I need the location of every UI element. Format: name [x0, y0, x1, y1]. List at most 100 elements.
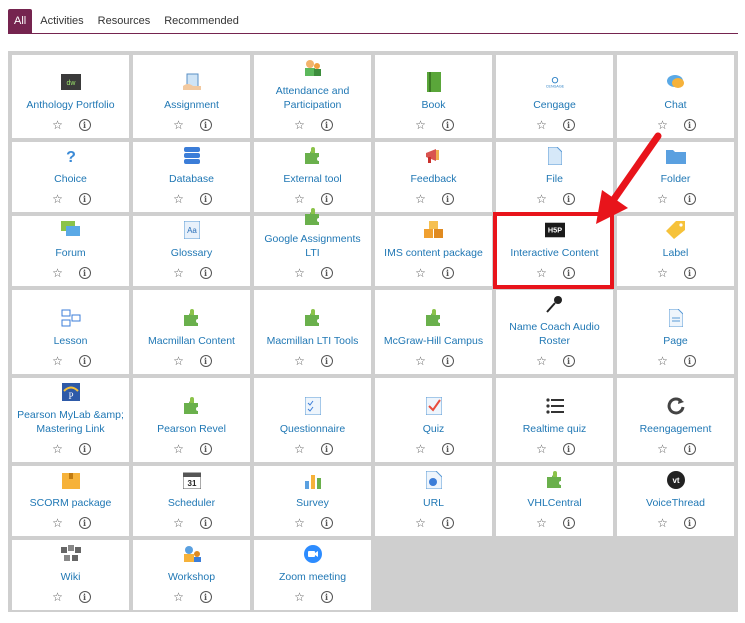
activity-label[interactable]: Label	[660, 246, 692, 260]
activity-tile[interactable]: Macmillan Content ☆ i	[133, 290, 250, 374]
activity-tile[interactable]: ? Choice ☆ i	[12, 142, 129, 212]
activity-tile[interactable]: Reengagement ☆ i	[617, 378, 734, 462]
activity-tile[interactable]: H5P Interactive Content ☆ i	[496, 216, 613, 286]
activity-tile[interactable]: Forum ☆ i	[12, 216, 129, 286]
info-icon[interactable]: i	[683, 355, 696, 367]
activity-tile[interactable]: dw Anthology Portfolio ☆ i	[12, 55, 129, 138]
activity-tile[interactable]: SCORM package ☆ i	[12, 466, 129, 536]
star-icon[interactable]: ☆	[656, 266, 670, 280]
activity-label[interactable]: External tool	[280, 172, 344, 186]
info-icon[interactable]: i	[78, 119, 91, 131]
star-icon[interactable]: ☆	[51, 118, 65, 132]
info-icon[interactable]: i	[562, 355, 575, 367]
activity-label[interactable]: Forum	[52, 246, 88, 260]
star-icon[interactable]: ☆	[414, 442, 428, 456]
activity-label[interactable]: Folder	[658, 172, 694, 186]
info-icon[interactable]: i	[78, 591, 91, 603]
info-icon[interactable]: i	[320, 193, 333, 205]
info-icon[interactable]: i	[199, 517, 212, 529]
info-icon[interactable]: i	[562, 193, 575, 205]
info-icon[interactable]: i	[78, 517, 91, 529]
activity-tile[interactable]: Aa Glossary ☆ i	[133, 216, 250, 286]
info-icon[interactable]: i	[199, 355, 212, 367]
info-icon[interactable]: i	[78, 193, 91, 205]
activity-tile[interactable]: Chat ☆ i	[617, 55, 734, 138]
activity-tile[interactable]: Quiz ☆ i	[375, 378, 492, 462]
star-icon[interactable]: ☆	[656, 354, 670, 368]
star-icon[interactable]: ☆	[656, 516, 670, 530]
tab-activities[interactable]: Activities	[34, 10, 89, 32]
tab-all[interactable]: All	[8, 9, 33, 33]
star-icon[interactable]: ☆	[656, 192, 670, 206]
activity-tile[interactable]: Database ☆ i	[133, 142, 250, 212]
activity-label[interactable]: Attendance and Participation	[254, 84, 371, 112]
activity-tile[interactable]: Google Assignments LTI ☆ i	[254, 208, 371, 286]
info-icon[interactable]: i	[683, 193, 696, 205]
info-icon[interactable]: i	[562, 267, 575, 279]
info-icon[interactable]: i	[78, 443, 91, 455]
activity-label[interactable]: Glossary	[168, 246, 215, 260]
star-icon[interactable]: ☆	[293, 192, 307, 206]
activity-label[interactable]: Choice	[51, 172, 90, 186]
tab-recommended[interactable]: Recommended	[158, 10, 245, 32]
info-icon[interactable]: i	[199, 193, 212, 205]
star-icon[interactable]: ☆	[172, 590, 186, 604]
activity-tile[interactable]: Attendance and Participation ☆ i	[254, 55, 371, 138]
activity-tile[interactable]: Macmillan LTI Tools ☆ i	[254, 290, 371, 374]
activity-tile[interactable]: External tool ☆ i	[254, 142, 371, 212]
info-icon[interactable]: i	[562, 443, 575, 455]
info-icon[interactable]: i	[320, 591, 333, 603]
activity-label[interactable]: Scheduler	[165, 496, 218, 510]
info-icon[interactable]: i	[78, 267, 91, 279]
activity-tile[interactable]: 31 Scheduler ☆ i	[133, 466, 250, 536]
activity-tile[interactable]: Assignment ☆ i	[133, 55, 250, 138]
star-icon[interactable]: ☆	[51, 442, 65, 456]
info-icon[interactable]: i	[199, 443, 212, 455]
activity-label[interactable]: Page	[660, 334, 691, 348]
info-icon[interactable]: i	[562, 517, 575, 529]
activity-tile[interactable]: Zoom meeting ☆ i	[254, 540, 371, 610]
activity-tile[interactable]: CENGAGE Cengage ☆ i	[496, 55, 613, 138]
activity-label[interactable]: Wiki	[58, 570, 84, 584]
info-icon[interactable]: i	[199, 119, 212, 131]
activity-label[interactable]: VoiceThread	[643, 496, 708, 510]
info-icon[interactable]: i	[441, 267, 454, 279]
star-icon[interactable]: ☆	[293, 266, 307, 280]
activity-tile[interactable]: P Pearson MyLab &amp; Mastering Link ☆ i	[12, 378, 129, 462]
activity-tile[interactable]: Name Coach Audio Roster ☆ i	[496, 290, 613, 374]
star-icon[interactable]: ☆	[293, 516, 307, 530]
activity-label[interactable]: Questionnaire	[277, 422, 348, 436]
star-icon[interactable]: ☆	[535, 118, 549, 132]
info-icon[interactable]: i	[441, 119, 454, 131]
activity-tile[interactable]: URL ☆ i	[375, 466, 492, 536]
activity-label[interactable]: Name Coach Audio Roster	[496, 320, 613, 348]
star-icon[interactable]: ☆	[172, 516, 186, 530]
info-icon[interactable]: i	[320, 443, 333, 455]
activity-label[interactable]: Workshop	[165, 570, 218, 584]
activity-label[interactable]: Zoom meeting	[276, 570, 349, 584]
activity-label[interactable]: Feedback	[407, 172, 459, 186]
activity-tile[interactable]: Book ☆ i	[375, 55, 492, 138]
activity-label[interactable]: IMS content package	[381, 246, 486, 260]
activity-tile[interactable]: McGraw-Hill Campus ☆ i	[375, 290, 492, 374]
activity-label[interactable]: Realtime quiz	[520, 422, 590, 436]
info-icon[interactable]: i	[199, 591, 212, 603]
activity-label[interactable]: URL	[420, 496, 447, 510]
info-icon[interactable]: i	[683, 517, 696, 529]
star-icon[interactable]: ☆	[51, 354, 65, 368]
info-icon[interactable]: i	[320, 119, 333, 131]
star-icon[interactable]: ☆	[535, 192, 549, 206]
star-icon[interactable]: ☆	[656, 442, 670, 456]
tab-resources[interactable]: Resources	[92, 10, 157, 32]
star-icon[interactable]: ☆	[172, 266, 186, 280]
activity-tile[interactable]: File ☆ i	[496, 142, 613, 212]
activity-tile[interactable]: Page ☆ i	[617, 290, 734, 374]
star-icon[interactable]: ☆	[172, 442, 186, 456]
star-icon[interactable]: ☆	[414, 192, 428, 206]
activity-label[interactable]: VHLCentral	[524, 496, 584, 510]
star-icon[interactable]: ☆	[172, 354, 186, 368]
star-icon[interactable]: ☆	[535, 354, 549, 368]
activity-label[interactable]: Macmillan LTI Tools	[264, 334, 362, 348]
star-icon[interactable]: ☆	[414, 354, 428, 368]
activity-label[interactable]: McGraw-Hill Campus	[381, 334, 486, 348]
